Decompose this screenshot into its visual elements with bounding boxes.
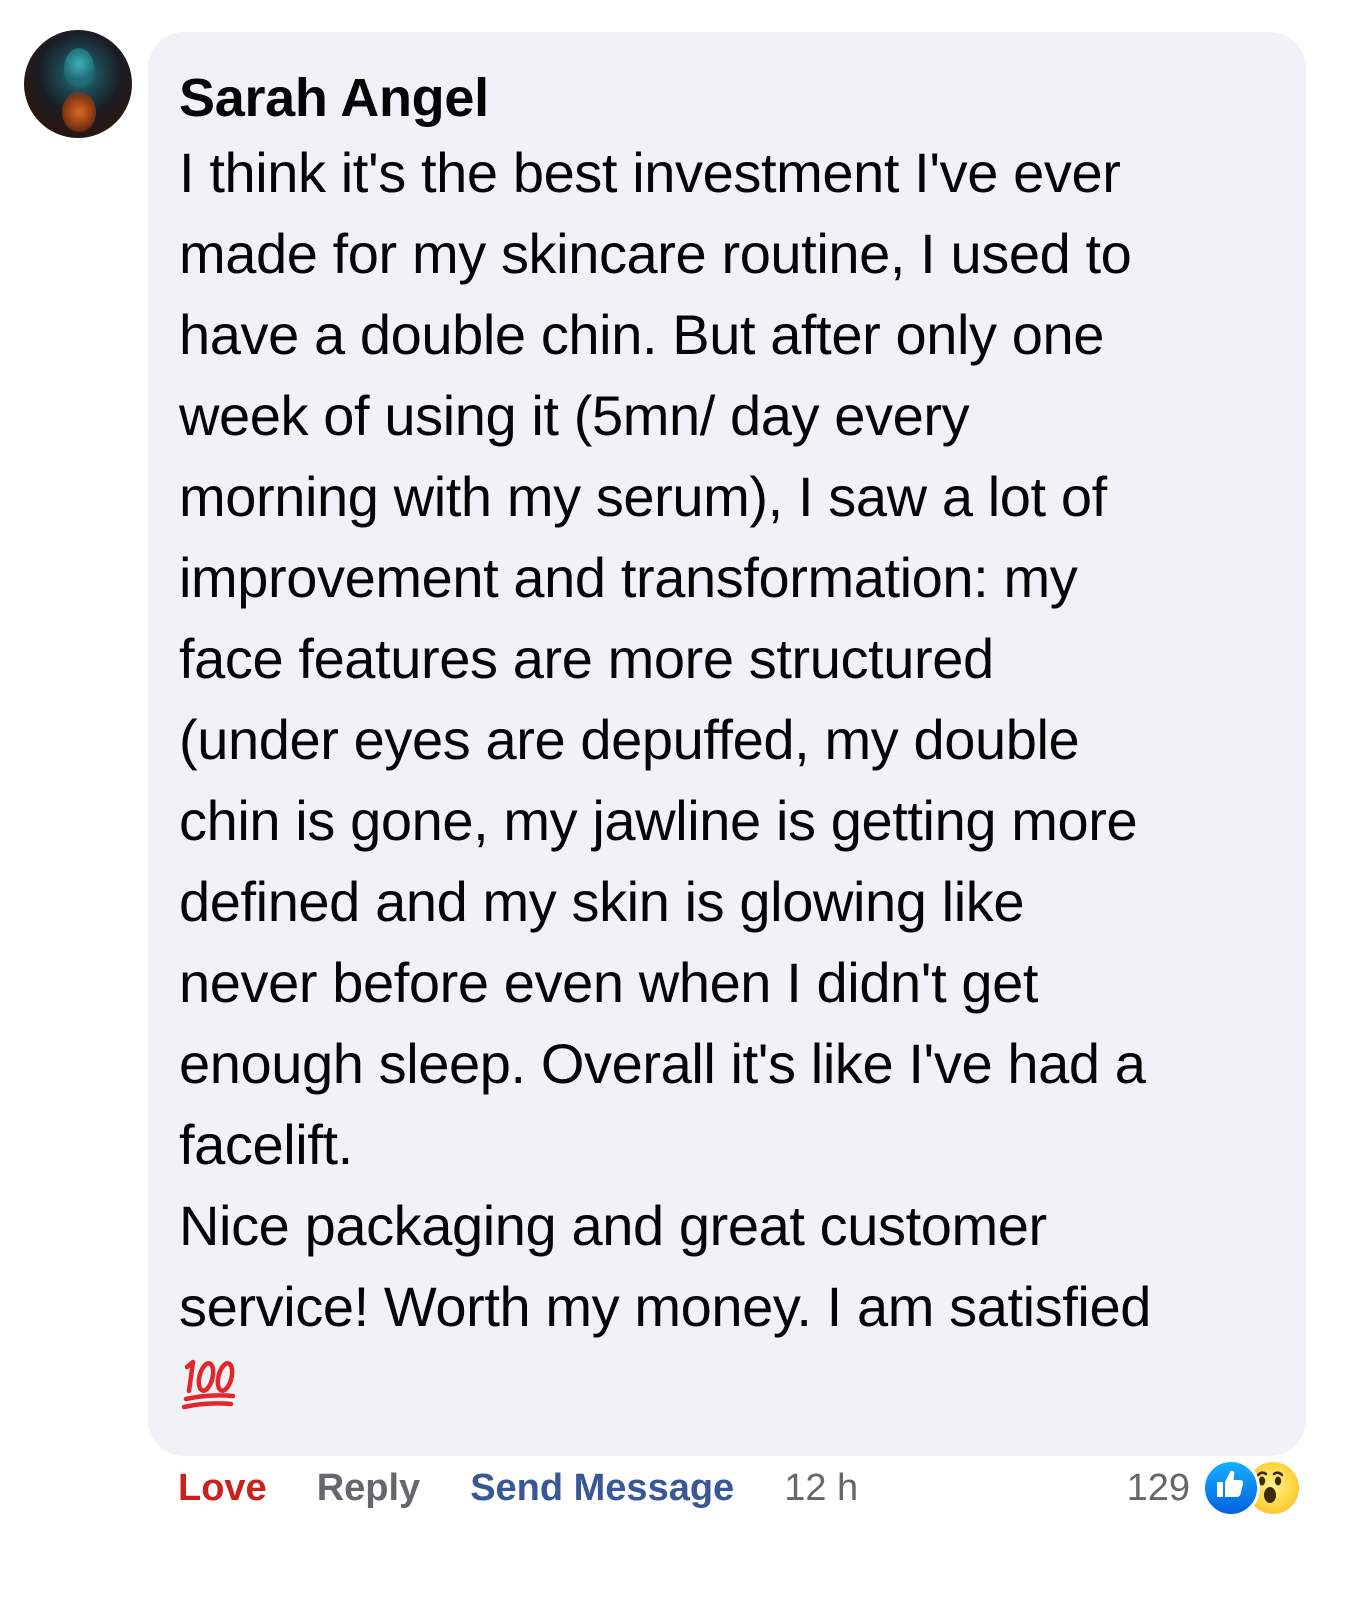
- avatar-light: [62, 92, 96, 132]
- reply-button[interactable]: Reply: [317, 1467, 420, 1510]
- comment-line: never before even when I didn't get: [179, 951, 1039, 1014]
- comment-line: (under eyes are depuffed, my double: [179, 708, 1080, 771]
- comment-timestamp[interactable]: 12 h: [784, 1467, 858, 1510]
- comment-line: defined and my skin is glowing like: [179, 870, 1025, 933]
- reaction-summary[interactable]: 129: [1126, 1459, 1302, 1517]
- avatar-figure: [64, 48, 94, 88]
- avatar[interactable]: [24, 30, 132, 138]
- comment-actions: Love Reply Send Message 12 h: [178, 1462, 908, 1514]
- love-reaction-button[interactable]: Love: [178, 1467, 267, 1510]
- reaction-count: 129: [1126, 1466, 1190, 1509]
- comment-line: Nice packaging and great customer: [179, 1194, 1047, 1257]
- comment-line: morning with my serum), I saw a lot of: [179, 465, 1107, 528]
- like-icon: [1202, 1459, 1260, 1517]
- comment-line: face features are more structured: [179, 627, 994, 690]
- comment-bubble: Sarah Angel I think it's the best invest…: [148, 32, 1306, 1456]
- comment-line: have a double chin. But after only one: [179, 303, 1105, 366]
- comment-line: made for my skincare routine, I used to: [179, 222, 1132, 285]
- reaction-icons: [1202, 1459, 1302, 1517]
- hundred-points-emoji-icon: [181, 1359, 236, 1410]
- comment-line: week of using it (5mn/ day every: [179, 384, 970, 447]
- comment-line: service! Worth my money. I am satisfied: [179, 1275, 1151, 1338]
- comment-line: improvement and transformation: my: [179, 546, 1078, 609]
- comment-line: chin is gone, my jawline is getting more: [179, 789, 1138, 852]
- comment-line: I think it's the best investment I've ev…: [179, 141, 1121, 204]
- comment-line: facelift.: [179, 1113, 353, 1176]
- comment-author[interactable]: Sarah Angel: [179, 66, 1276, 130]
- comment-text: I think it's the best investment I've ev…: [179, 132, 1276, 1413]
- comment-line: enough sleep. Overall it's like I've had…: [179, 1032, 1146, 1095]
- send-message-button[interactable]: Send Message: [470, 1467, 734, 1510]
